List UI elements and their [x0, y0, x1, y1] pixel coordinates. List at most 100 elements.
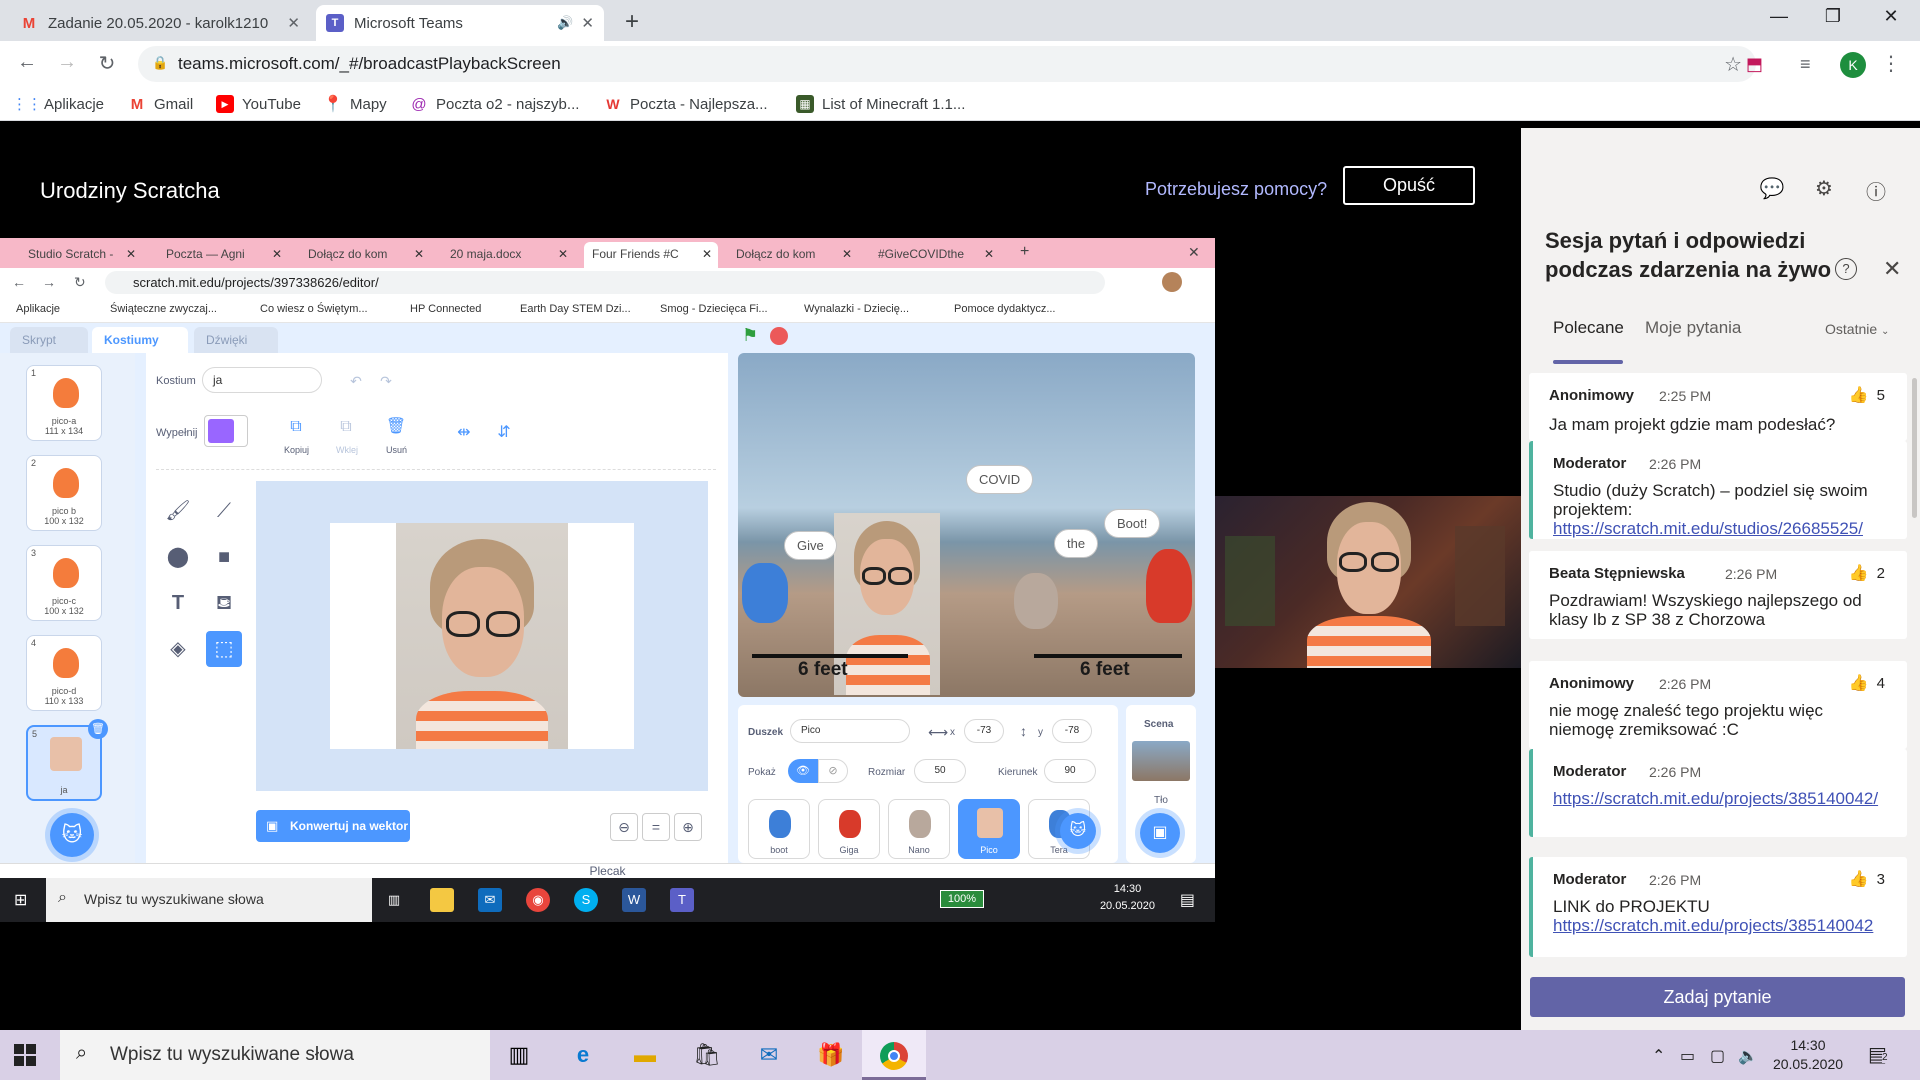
- browser-tab-teams[interactable]: T Microsoft Teams 🔊 ✕: [316, 5, 604, 41]
- like-button[interactable]: 👍 3: [1849, 869, 1885, 889]
- tab-featured[interactable]: Polecane: [1553, 318, 1624, 338]
- bookmark-label: Mapy: [350, 95, 387, 113]
- backdrop-thumb: [1132, 741, 1190, 781]
- arrow-left: [752, 654, 908, 658]
- scratch-editor: Skrypt Kostiumy Dźwięki ⚑ 1 pico-a 111 x …: [0, 323, 1215, 878]
- maximize-icon[interactable]: ❐: [1818, 6, 1848, 27]
- like-button[interactable]: 👍 2: [1849, 563, 1885, 583]
- flip-vertical-icon: ⇵: [497, 424, 511, 441]
- help-link[interactable]: Potrzebujesz pomocy?: [1145, 179, 1327, 200]
- shared-tab: #GiveCOVIDthe ✕: [878, 247, 994, 261]
- costume-item: 1 pico-a 111 x 134: [26, 365, 102, 441]
- qa-icon[interactable]: 💬: [1759, 176, 1785, 201]
- speech-bubble: the: [1054, 529, 1099, 558]
- volume-icon[interactable]: 🔈: [1738, 1046, 1758, 1066]
- new-tab-button[interactable]: +: [625, 8, 639, 36]
- bookmark-maps[interactable]: 📍 Mapy: [323, 95, 387, 114]
- store-icon[interactable]: 🛍: [690, 1040, 724, 1070]
- tab-my-questions[interactable]: Moje pytania: [1645, 318, 1741, 338]
- battery-icon[interactable]: ▭: [1680, 1046, 1695, 1066]
- bookmark-minecraft[interactable]: ▦ List of Minecraft 1.1...: [796, 95, 965, 113]
- file-explorer-icon[interactable]: ▬: [628, 1040, 662, 1070]
- close-tab-icon[interactable]: ✕: [287, 14, 300, 32]
- reply-link[interactable]: https://scratch.mit.edu/projects/3851400…: [1553, 916, 1873, 935]
- ask-question-button[interactable]: Zadaj pytanie: [1530, 977, 1905, 1017]
- sprite-boot-figure: [742, 563, 788, 623]
- show-hidden-icons[interactable]: ⌃: [1652, 1046, 1665, 1066]
- windows-search-input[interactable]: ⌕ Wpisz tu wyszukiwane słowa: [60, 1030, 490, 1080]
- address-bar[interactable]: 🔒 teams.microsoft.com/_#/broadcastPlayba…: [138, 46, 1756, 82]
- like-button[interactable]: 👍 4: [1849, 673, 1885, 693]
- green-flag-icon: ⚑: [742, 325, 759, 345]
- bookmark-o2[interactable]: @ Poczta o2 - najszyb...: [410, 95, 579, 113]
- shared-bookmark: Aplikacje: [16, 303, 61, 315]
- reply-link[interactable]: https://scratch.mit.edu/studios/26685525…: [1553, 519, 1863, 538]
- speech-bubble: Give: [784, 531, 837, 560]
- mail-icon[interactable]: ✉: [752, 1040, 786, 1070]
- search-icon: ⌕: [76, 1042, 88, 1064]
- bookmark-apps[interactable]: ⋮⋮ Aplikacje: [12, 95, 104, 114]
- chrome-taskbar-button[interactable]: [862, 1030, 926, 1080]
- taskbar-clock[interactable]: 14:30 20.05.2020: [1760, 1036, 1856, 1074]
- direction-input: 90: [1044, 759, 1096, 783]
- reload-icon[interactable]: ↻: [92, 51, 122, 76]
- reply-item: Moderator 2:26 PM Studio (duży Scratch) …: [1529, 441, 1907, 539]
- shared-bookmark: Świąteczne zwyczaj...: [110, 303, 217, 315]
- profile-avatar[interactable]: K: [1840, 52, 1866, 78]
- qa-scrollbar[interactable]: [1912, 378, 1917, 518]
- settings-gear-icon[interactable]: ⚙: [1811, 176, 1837, 201]
- shared-new-tab-icon: +: [1020, 243, 1030, 260]
- bookmark-gmail[interactable]: M Gmail: [128, 95, 193, 113]
- qa-panel: 💬 ⚙ ⓘ Sesja pytań i odpowiedzi podczas z…: [1521, 128, 1920, 1030]
- bookmark-label: YouTube: [242, 95, 301, 113]
- info-icon[interactable]: ⓘ: [1863, 176, 1889, 205]
- qa-help-icon[interactable]: ?: [1835, 258, 1857, 280]
- media-control-icon[interactable]: ≡: [1800, 54, 1811, 75]
- close-tab-icon[interactable]: ✕: [581, 14, 594, 32]
- bookmarks-bar: ⋮⋮ Aplikacje M Gmail ▶ YouTube 📍 Mapy @ …: [0, 87, 1920, 121]
- task-view-icon[interactable]: ▥: [502, 1040, 536, 1070]
- bookmark-wp[interactable]: W Poczta - Najlepsza...: [604, 95, 767, 113]
- speech-bubble: Boot!: [1104, 509, 1161, 538]
- mail-icon: ✉: [478, 888, 502, 912]
- like-button[interactable]: 👍 5: [1849, 385, 1885, 405]
- speaker-icon[interactable]: 🔊: [557, 15, 573, 31]
- chrome-menu-icon[interactable]: ⋮: [1876, 51, 1906, 76]
- lock-icon: 🔒: [152, 55, 169, 70]
- image-icon: ▣: [266, 818, 279, 833]
- question-item: Anonimowy 2:26 PM 👍 4 nie mogę znaleść te…: [1529, 661, 1907, 749]
- sort-dropdown[interactable]: Ostatnie ⌄: [1825, 321, 1889, 337]
- notification-center-icon[interactable]: ▤ 2: [1868, 1042, 1888, 1067]
- line-icon: ⟋: [217, 500, 231, 522]
- bookmark-star-icon[interactable]: ☆: [1724, 52, 1742, 77]
- reply-link[interactable]: https://scratch.mit.edu/projects/3851400…: [1553, 789, 1878, 808]
- paint-canvas: [256, 481, 708, 791]
- background-figure: [1225, 536, 1275, 626]
- edge-icon[interactable]: e: [566, 1040, 600, 1070]
- browser-tab-gmail[interactable]: M Zadanie 20.05.2020 - karolk1210 ✕: [10, 5, 310, 41]
- x-arrows-icon: ⟷: [928, 724, 949, 740]
- thumbs-up-icon: 👍: [1848, 565, 1869, 582]
- tab-title: Zadanie 20.05.2020 - karolk1210: [48, 14, 269, 32]
- close-window-icon[interactable]: ✕: [1876, 6, 1906, 27]
- bookmark-youtube[interactable]: ▶ YouTube: [216, 95, 301, 113]
- teams-icon: T: [670, 888, 694, 912]
- minimize-icon[interactable]: —: [1764, 6, 1794, 27]
- forward-icon[interactable]: →: [52, 51, 82, 74]
- speech-bubble: COVID: [966, 465, 1034, 494]
- gift-icon[interactable]: 🎁: [814, 1040, 848, 1070]
- youtube-icon: ▶: [216, 95, 234, 113]
- question-text: Ja mam projekt gdzie mam podesłać?: [1549, 415, 1836, 434]
- close-icon[interactable]: ✕: [1883, 256, 1901, 282]
- add-backdrop-button: ▣: [1140, 813, 1180, 853]
- network-icon[interactable]: ▢: [1710, 1046, 1725, 1066]
- back-icon[interactable]: ←: [12, 51, 42, 74]
- sprite-nano-figure: [1014, 573, 1058, 629]
- extension-icon[interactable]: ⬒: [1746, 54, 1763, 75]
- arrow-label: 6 feet: [1080, 659, 1130, 680]
- wp-mail-icon: W: [606, 96, 620, 112]
- windows-start-icon[interactable]: [14, 1044, 36, 1066]
- timestamp: 2:26 PM: [1649, 456, 1702, 472]
- chrome-icon: ◉: [526, 888, 550, 912]
- leave-button[interactable]: Opuść: [1343, 166, 1475, 205]
